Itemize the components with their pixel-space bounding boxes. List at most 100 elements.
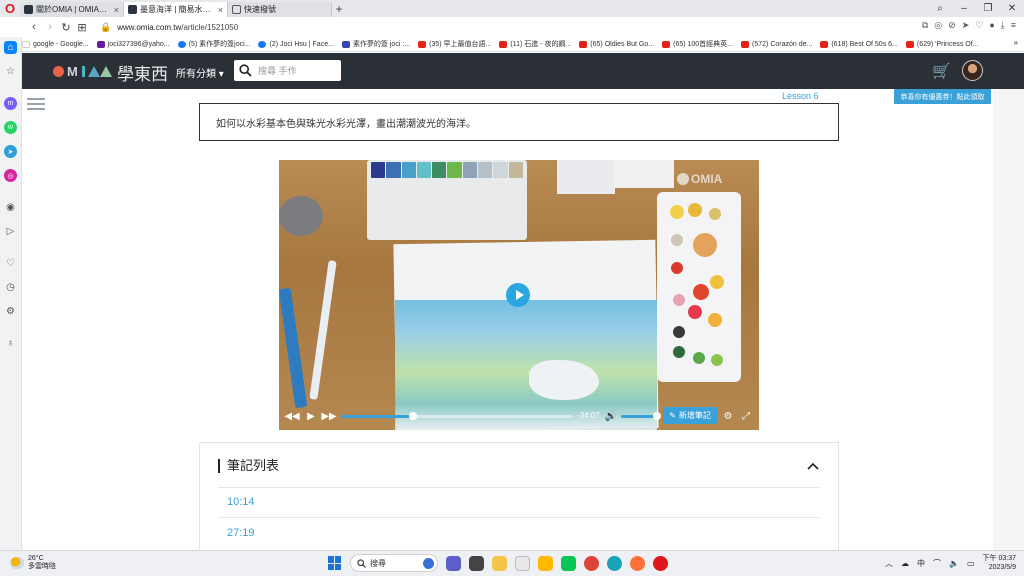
ime-indicator[interactable]: 中	[917, 558, 925, 569]
close-tab-icon[interactable]: ×	[114, 5, 119, 15]
bookmark-item[interactable]: (35) 早上最值台語...	[418, 39, 491, 49]
clock[interactable]: 下午 03:37 2023/5/9	[983, 554, 1016, 572]
snapshot-icon[interactable]: ⧉	[922, 20, 928, 31]
volume-slider[interactable]	[621, 412, 661, 420]
brand-name[interactable]: 學東西	[117, 60, 168, 85]
windows-start-icon[interactable]	[328, 556, 342, 570]
fast-forward-icon[interactable]: ▶▶	[321, 409, 336, 423]
bookmark-item[interactable]: (2) Joci Hsu | Face...	[258, 40, 334, 48]
seek-bar[interactable]	[341, 412, 573, 420]
lesson-list-icon[interactable]	[27, 98, 45, 113]
bookmark-item[interactable]: google - Google...	[22, 40, 89, 48]
omia-logo[interactable]: M	[53, 64, 112, 79]
add-note-button[interactable]: ✎ 新增筆記	[663, 407, 717, 424]
seek-handle[interactable]	[408, 412, 417, 420]
battery-icon[interactable]: ▭	[967, 559, 975, 568]
bookmark-item[interactable]: (618) Best Of 50s 6...	[820, 40, 898, 48]
instagram-icon[interactable]: ◎	[4, 169, 17, 182]
profile-icon[interactable]: ●	[989, 20, 994, 31]
tab-speed-dial[interactable]: 快速撥號	[228, 2, 332, 17]
volume-icon[interactable]: 🔊	[604, 409, 618, 423]
lightbulb-icon[interactable]: ♁	[4, 337, 17, 350]
note-timestamp[interactable]: 27:19	[227, 527, 255, 539]
tab-about-omia[interactable]: 關於OMIA | OMIA學東西 ×	[20, 2, 124, 17]
note-timestamp[interactable]: 10:14	[227, 496, 255, 508]
bookmarks-overflow-icon[interactable]: »	[1014, 38, 1018, 47]
send-icon[interactable]: ➤	[962, 20, 970, 31]
bookmark-item[interactable]: (65) Oldies But Go...	[579, 40, 654, 48]
volume-handle[interactable]	[653, 412, 661, 420]
task-view-icon[interactable]	[469, 555, 484, 571]
bookmark-item[interactable]: (629) 'Princess Of...	[905, 40, 979, 48]
bookmark-item[interactable]: (11) 石進 - 夜的鋼...	[499, 39, 571, 49]
adblock-icon[interactable]: ⊘	[948, 20, 956, 31]
heart-icon[interactable]: ♡	[4, 257, 17, 270]
weather-widget[interactable]: 26°C 多雲時陰	[10, 555, 56, 571]
send-icon[interactable]: ▷	[4, 225, 17, 238]
url-field[interactable]: www.omia.com.tw/article/1521050	[117, 23, 238, 32]
home-icon[interactable]: ⌂	[4, 41, 17, 54]
category-menu[interactable]: 所有分類 ▾	[176, 65, 224, 80]
speaker-icon[interactable]: 🔈	[949, 559, 959, 568]
cart-icon[interactable]: 🛒	[932, 62, 951, 80]
bookmark-item[interactable]: (572) Corazón de...	[741, 40, 812, 48]
close-tab-icon[interactable]: ×	[218, 5, 223, 15]
messenger-icon[interactable]: m	[4, 97, 17, 110]
coupon-banner[interactable]: 恭喜你有優惠券！點此領取	[894, 89, 991, 104]
settings-icon[interactable]: ⚙	[4, 305, 17, 318]
bookmark-item[interactable]: joci327396@yaho...	[96, 40, 170, 48]
firefox-icon[interactable]	[630, 555, 645, 571]
bookmark-item[interactable]: 素作夢的簽 joci :...	[341, 39, 410, 49]
app-icon[interactable]	[538, 555, 553, 571]
opera-menu-icon[interactable]: O	[0, 0, 20, 17]
back-icon[interactable]: ‹	[26, 21, 42, 33]
app-icon[interactable]	[515, 555, 530, 571]
video-player[interactable]: OMIA	[279, 160, 759, 430]
tabs-grid-icon[interactable]: ⊞	[74, 21, 90, 34]
rewind-icon[interactable]: ◀◀	[284, 409, 299, 423]
search-input[interactable]	[258, 65, 338, 76]
heart-icon[interactable]: ♡	[975, 20, 983, 31]
camera-icon[interactable]: ◎	[934, 20, 942, 31]
player-icon[interactable]: ◉	[4, 201, 17, 214]
history-icon[interactable]: ◷	[4, 281, 17, 294]
lock-icon[interactable]: 🔒	[100, 22, 111, 33]
opera-icon[interactable]	[653, 555, 668, 571]
chevron-up-icon[interactable]: ︿	[885, 558, 893, 569]
search-tabs-icon[interactable]: ⌕	[928, 3, 952, 14]
whatsapp-icon[interactable]: w	[4, 121, 17, 134]
address-bar-actions: ⧉ ◎ ⊘ ➤ ♡ ● ⤓ ≡	[922, 20, 1016, 31]
menu-icon[interactable]: ≡	[1011, 20, 1016, 31]
search-icon[interactable]	[238, 64, 252, 78]
cloud-icon[interactable]: ☁	[901, 559, 909, 568]
reload-icon[interactable]: ↻	[58, 21, 74, 34]
taskbar-search[interactable]: 搜尋	[350, 554, 438, 572]
star-icon[interactable]: ☆	[4, 65, 17, 78]
teams-icon[interactable]	[446, 555, 461, 571]
windows-taskbar: 26°C 多雲時陰 搜尋 ︿ ☁ 中 ⌒ 🔈 ▭ 下午 03:37 2023/5/9	[0, 550, 1024, 576]
bookmark-item[interactable]: (65) 100首經典英...	[662, 39, 733, 49]
maximize-icon[interactable]: ❐	[976, 3, 1000, 14]
download-icon[interactable]: ⤓	[1001, 20, 1005, 31]
close-window-icon[interactable]: ✕	[1000, 3, 1024, 14]
chrome-icon[interactable]	[584, 555, 599, 571]
minimize-icon[interactable]: –	[952, 3, 976, 14]
video-watermark: OMIA	[677, 172, 722, 186]
settings-icon[interactable]: ⚙	[721, 409, 735, 423]
user-avatar[interactable]	[962, 60, 983, 81]
telegram-icon[interactable]: ➤	[4, 145, 17, 158]
play-icon[interactable]: ▶	[304, 409, 318, 423]
play-button[interactable]	[506, 283, 530, 307]
line-icon[interactable]	[561, 555, 576, 571]
file-explorer-icon[interactable]	[492, 555, 507, 571]
chevron-up-icon[interactable]	[806, 459, 820, 473]
forward-icon[interactable]: ›	[42, 21, 58, 33]
fullscreen-icon[interactable]: ⤢	[739, 409, 753, 423]
wifi-icon[interactable]: ⌒	[933, 558, 941, 569]
window-controls: ⌕ – ❐ ✕	[928, 0, 1024, 17]
tab-current-lesson[interactable]: 墨意海洋 | 簡易水彩X鏡粉 ×	[124, 2, 228, 17]
bookmark-item[interactable]: (5) 素作夢的簽joci...	[177, 39, 250, 49]
tab-title: 關於OMIA | OMIA學東西	[36, 5, 111, 14]
new-tab-button[interactable]: +	[332, 2, 346, 16]
edge-icon[interactable]	[607, 555, 622, 571]
